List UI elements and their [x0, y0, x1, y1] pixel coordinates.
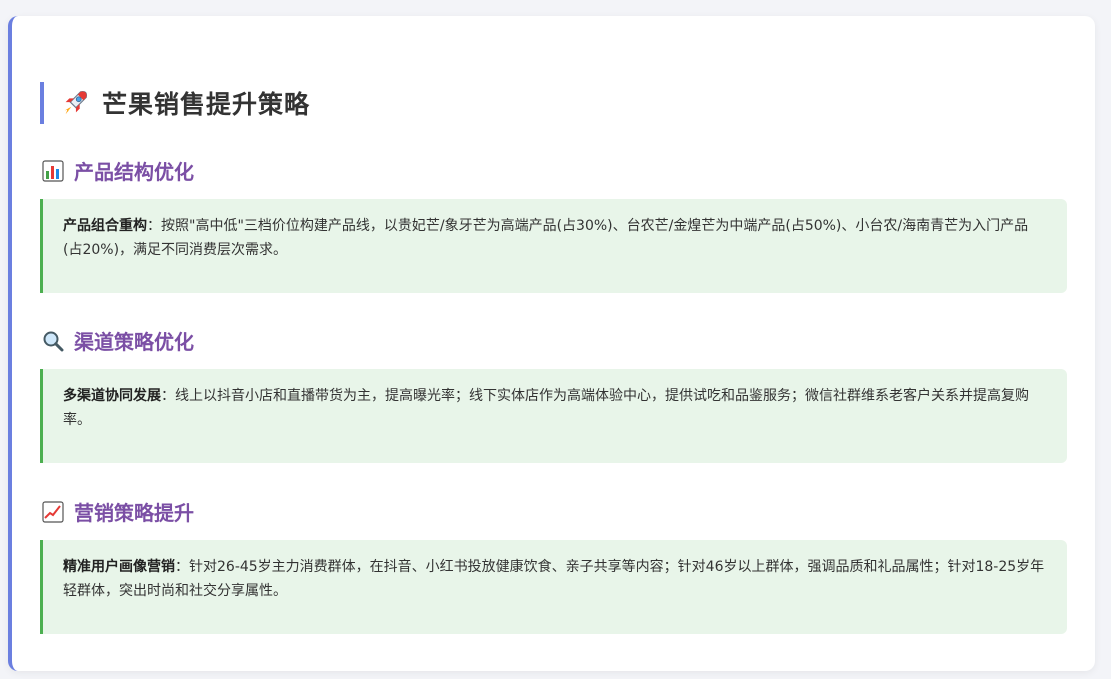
- section-heading-text: 产品结构优化: [74, 160, 194, 184]
- section-heading-product: 产品结构优化: [42, 156, 194, 185]
- magnifier-icon: [43, 331, 64, 351]
- panel-label: 多渠道协同发展: [63, 388, 161, 404]
- rocket-icon: [64, 90, 88, 115]
- page-title-block: 芒果销售提升策略: [40, 82, 310, 124]
- panel-text: ：针对26-45岁主力消费群体，在抖音、小红书投放健康饮食、亲子共享等内容；针对…: [63, 559, 1045, 599]
- section-panel-channel: 多渠道协同发展：线上以抖音小店和直播带货为主，提高曝光率；线下实体店作为高端体验…: [40, 369, 1067, 463]
- section-heading-text: 渠道策略优化: [74, 330, 194, 354]
- panel-label: 产品组合重构: [63, 218, 147, 234]
- section-panel-marketing: 精准用户画像营销：针对26-45岁主力消费群体，在抖音、小红书投放健康饮食、亲子…: [40, 540, 1067, 634]
- section-heading-text: 营销策略提升: [74, 501, 194, 525]
- bar-chart-icon: [42, 159, 64, 182]
- strategy-card: 芒果销售提升策略 产品结构优化 产品组合重构：按照"高中低"三档价位构建产品线，…: [8, 16, 1095, 671]
- panel-text: ：按照"高中低"三档价位构建产品线，以贵妃芒/象牙芒为高端产品(占30%)、台农…: [63, 218, 1029, 258]
- page-title: 芒果销售提升策略: [102, 90, 311, 119]
- section-panel-product: 产品组合重构：按照"高中低"三档价位构建产品线，以贵妃芒/象牙芒为高端产品(占3…: [40, 199, 1067, 293]
- trend-up-icon: [42, 500, 64, 523]
- panel-label: 精准用户画像营销: [63, 559, 175, 575]
- section-heading-marketing: 营销策略提升: [42, 497, 194, 526]
- section-heading-channel: 渠道策略优化: [42, 326, 194, 355]
- panel-text: ：线上以抖音小店和直播带货为主，提高曝光率；线下实体店作为高端体验中心，提供试吃…: [63, 388, 1029, 428]
